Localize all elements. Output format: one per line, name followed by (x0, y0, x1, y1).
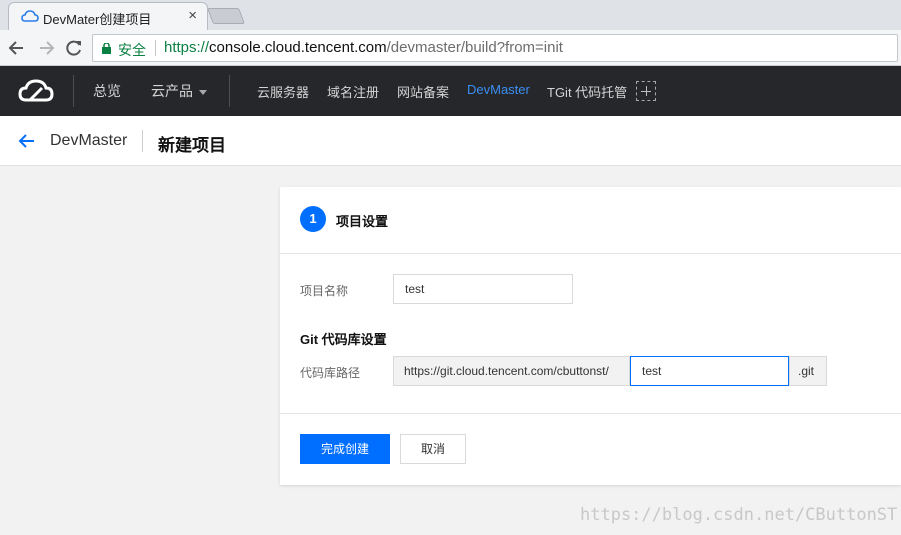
nav-products-label: 云产品 (151, 83, 193, 99)
nav-divider (73, 75, 74, 107)
project-name-input[interactable]: test (393, 274, 573, 304)
omnibox-separator (155, 40, 156, 56)
breadcrumb-parent[interactable]: DevMaster (50, 132, 127, 150)
nav-item-tgit[interactable]: TGit 代码托管 (547, 82, 627, 101)
nav-products-dropdown[interactable]: 云产品 (151, 81, 207, 101)
secure-label: 安全 (118, 42, 146, 58)
console-top-nav: 总览 云产品 云服务器 域名注册 网站备案 DevMaster TGit 代码托… (0, 66, 901, 116)
repo-name-input[interactable]: test (630, 356, 789, 386)
divider (280, 253, 901, 254)
create-project-button[interactable]: 完成创建 (300, 434, 390, 464)
close-tab-icon[interactable]: × (188, 7, 197, 24)
browser-tab[interactable]: DevMater创建项目 × (8, 2, 208, 30)
browser-tab-title: DevMater创建项目 (43, 12, 152, 27)
breadcrumb-separator (142, 130, 143, 152)
add-shortcut-icon[interactable] (636, 81, 656, 101)
nav-item-domain[interactable]: 域名注册 (327, 82, 379, 101)
back-arrow-icon[interactable] (18, 132, 36, 150)
browser-tab-strip: DevMater创建项目 × (0, 0, 901, 30)
project-name-label: 项目名称 (300, 284, 349, 298)
nav-overview[interactable]: 总览 (93, 81, 121, 101)
watermark: https://blog.csdn.net/CButtonST (580, 505, 898, 525)
tencent-cloud-favicon-icon (21, 10, 39, 22)
new-tab-button[interactable] (207, 8, 245, 24)
nav-item-devmaster[interactable]: DevMaster (467, 82, 530, 97)
forward-arrow-icon[interactable] (35, 37, 57, 59)
url-host: console.cloud.tencent.com (209, 39, 387, 56)
step-title: 项目设置 (336, 214, 389, 229)
url-text[interactable]: https://console.cloud.tencent.com/devmas… (164, 39, 563, 56)
cancel-button[interactable]: 取消 (400, 434, 466, 464)
page-title: 新建项目 (158, 136, 226, 155)
project-settings-card: 1 项目设置 项目名称 test Git 代码库设置 代码库路径 https:/… (280, 187, 901, 485)
repo-url-prefix: https://git.cloud.tencent.com/cbuttonst/ (393, 356, 630, 386)
page-header: DevMaster 新建项目 (0, 116, 901, 166)
url-path: /devmaster/build?from=init (386, 39, 563, 56)
tencent-cloud-logo-icon[interactable] (18, 78, 54, 104)
divider (280, 413, 901, 414)
nav-item-cvm[interactable]: 云服务器 (257, 82, 309, 101)
back-arrow-icon[interactable] (6, 37, 28, 59)
chevron-down-icon (199, 89, 207, 95)
nav-item-icp[interactable]: 网站备案 (397, 82, 449, 101)
url-protocol: https:// (164, 39, 210, 56)
repo-path-label: 代码库路径 (300, 366, 361, 380)
git-section-title: Git 代码库设置 (300, 332, 387, 347)
lock-icon (102, 43, 111, 54)
address-bar[interactable]: 安全 https://console.cloud.tencent.com/dev… (92, 34, 898, 62)
step-number-badge: 1 (300, 206, 326, 232)
nav-divider (229, 75, 230, 107)
repo-url-suffix: .git (789, 356, 827, 386)
browser-toolbar: 安全 https://console.cloud.tencent.com/dev… (0, 30, 901, 66)
reload-icon[interactable] (63, 37, 85, 59)
